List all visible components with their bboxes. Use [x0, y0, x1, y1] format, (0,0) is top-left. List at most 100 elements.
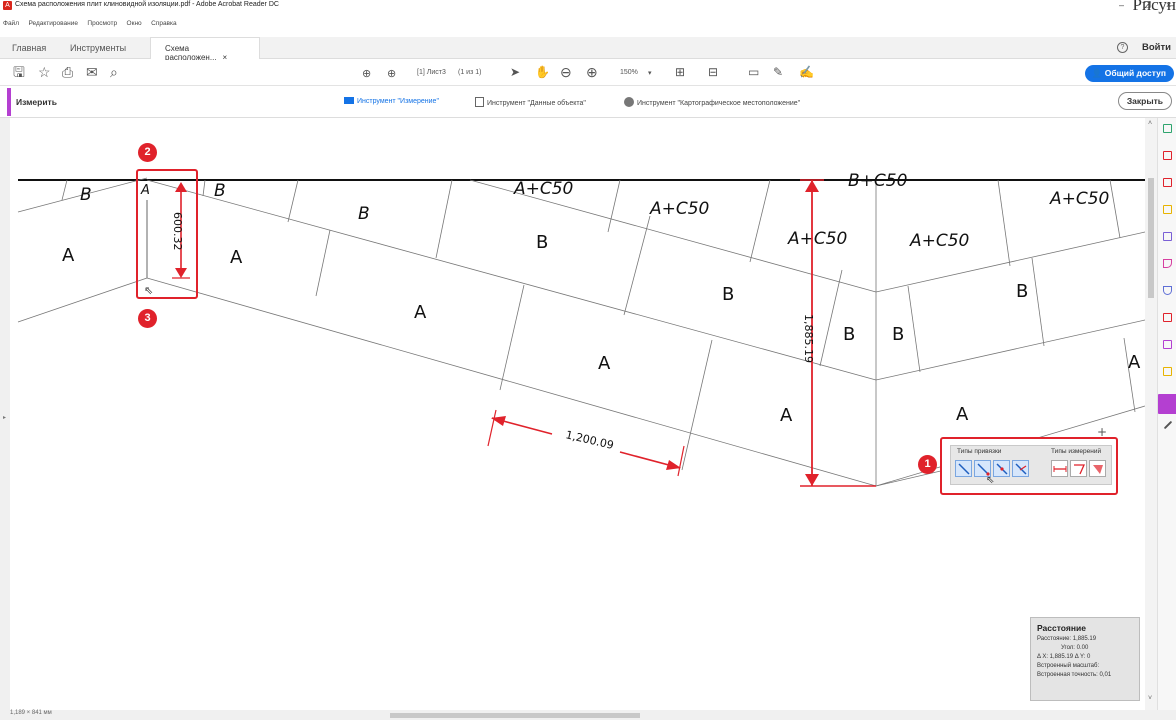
zoom-out-icon[interactable]: ⊖ [560, 65, 572, 79]
tab-tools[interactable]: Инструменты [70, 43, 126, 53]
info-scale: Встроенный масштаб: [1037, 663, 1100, 669]
organize-pages-icon[interactable] [1163, 178, 1172, 187]
sign-tool-icon[interactable] [1163, 259, 1172, 268]
chevron-down-icon[interactable]: ▾ [648, 69, 652, 77]
info-precision: Встроенная точность: 0,01 [1037, 672, 1112, 678]
fill-sign-icon[interactable] [1163, 232, 1172, 241]
globe-icon [624, 97, 634, 107]
grid-line [875, 469, 946, 487]
create-pdf-icon[interactable] [1163, 151, 1172, 160]
measure-tool-active-icon[interactable] [1158, 394, 1176, 414]
page-number-field[interactable]: [1] Лист3 [417, 69, 446, 76]
comment-tool-icon[interactable] [1163, 205, 1172, 214]
help-icon[interactable]: ? [1117, 42, 1128, 53]
send-for-review-icon[interactable] [1163, 340, 1172, 349]
comment-icon[interactable]: ▭ [748, 65, 759, 79]
grid-line [623, 215, 651, 316]
grid-line [146, 179, 877, 381]
tile-label: B [1016, 281, 1028, 302]
grid-line [1123, 337, 1136, 413]
page-up-icon[interactable]: ⊕ [362, 67, 371, 81]
grid-line [287, 179, 299, 223]
measurement-tool-label: Инструмент "Измерение" [357, 98, 439, 105]
page-count: (1 из 1) [458, 69, 482, 76]
grid-line [1109, 179, 1121, 239]
dim-label-1885: 1,885.19 [802, 314, 815, 363]
acrobat-window: A Схема расположения плит клиновидной из… [0, 0, 1176, 720]
tile-label: B [358, 204, 370, 224]
tile-label: B+C50 [848, 171, 907, 191]
vertical-scrollbar[interactable]: ˄ ˅ [1145, 118, 1157, 710]
compress-pdf-icon[interactable] [1163, 313, 1172, 322]
grid-line [907, 285, 921, 373]
menu-view[interactable]: Просмотр [87, 20, 117, 27]
tile-label: B [80, 185, 92, 205]
tile-label: A+C50 [1049, 189, 1109, 209]
tile-label: A [956, 404, 969, 425]
snap-to-path-button[interactable] [955, 460, 972, 477]
grid-line [146, 277, 877, 487]
perimeter-tool-button[interactable] [1070, 460, 1087, 477]
menu-window[interactable]: Окно [127, 20, 142, 27]
tile-label: B [722, 284, 734, 305]
bookmark-star-icon[interactable]: ☆ [38, 65, 51, 79]
tile-label: A [1128, 352, 1141, 373]
login-link[interactable]: Войти [1142, 42, 1171, 53]
grid-line [819, 269, 843, 367]
share-button[interactable]: 👤 Общий доступ [1084, 65, 1174, 82]
grid-line [315, 229, 331, 297]
minimize-button[interactable]: – [1119, 0, 1124, 10]
page-size-readout: 1,189 × 841 мм [10, 710, 52, 716]
expand-left-panel-icon[interactable]: ▸ [3, 414, 6, 421]
email-icon[interactable]: ✉ [86, 65, 98, 79]
stamp-icon[interactable] [1163, 367, 1172, 376]
horizontal-scroll-thumb[interactable] [390, 713, 640, 718]
print-icon[interactable]: ⎙ [62, 65, 73, 79]
measurement-tool-button[interactable]: Инструмент "Измерение" [344, 97, 439, 105]
window-title: Схема расположения плит клиновидной изол… [15, 1, 279, 8]
snap-to-intersection-button[interactable] [1012, 460, 1029, 477]
object-data-tool-button[interactable]: Инструмент "Данные объекта" [475, 97, 586, 107]
tab-document[interactable]: Схема расположен... × [150, 37, 260, 62]
more-tools-icon[interactable] [1163, 420, 1173, 430]
zoom-in-icon[interactable]: ⊕ [586, 65, 598, 79]
info-angle: Угол: 0.00 [1061, 645, 1089, 651]
measure-toolbar: Измерить Инструмент "Измерение" Инструме… [0, 86, 1176, 118]
protect-icon[interactable] [1163, 286, 1172, 295]
scroll-up-icon[interactable]: ˄ [1148, 120, 1152, 127]
fit-page-icon[interactable]: ⊞ [675, 65, 685, 79]
page-down-icon[interactable]: ⊕ [387, 67, 396, 81]
close-measure-button[interactable]: Закрыть [1117, 92, 1172, 110]
document-view[interactable]: B A B B A+C50 A+C50 B+C50 A+C50 A+C50 A+… [10, 118, 1146, 710]
grid-line [607, 179, 621, 233]
scroll-down-icon[interactable]: ˅ [1148, 695, 1152, 702]
menu-edit[interactable]: Редактирование [28, 20, 78, 27]
grid-line [681, 339, 713, 471]
cursor-pointer-icon: ⇖ [144, 284, 153, 297]
callout-badge-2: 2 [138, 143, 157, 162]
scroll-thumb[interactable] [1148, 178, 1154, 298]
info-title: Расстояние [1037, 623, 1086, 633]
scroll-mode-icon[interactable]: ⊟ [708, 65, 718, 79]
export-pdf-icon[interactable] [1163, 124, 1172, 133]
search-icon[interactable]: ⌕ [110, 65, 118, 79]
tab-home[interactable]: Главная [12, 43, 46, 53]
zoom-select[interactable]: 150% [620, 69, 638, 76]
left-panel-collapse[interactable]: ▸ [0, 118, 10, 710]
roof-plan-drawing: B A B B A+C50 A+C50 B+C50 A+C50 A+C50 A+… [17, 169, 1146, 487]
horizontal-scrollbar[interactable]: 1,189 × 841 мм [0, 710, 1176, 720]
distance-tool-button[interactable] [1051, 460, 1068, 477]
snap-to-midpoint-button[interactable] [993, 460, 1010, 477]
menu-file[interactable]: Файл [3, 20, 19, 27]
select-cursor-icon[interactable]: ➤ [510, 65, 520, 79]
hand-tool-icon[interactable]: ✋ [535, 65, 550, 79]
save-icon[interactable]: 🖫 [13, 65, 25, 79]
tile-label: A+C50 [649, 199, 709, 219]
highlight-pen-icon[interactable]: ✎ [773, 65, 783, 79]
sign-icon[interactable]: ✍ [799, 65, 814, 79]
area-tool-button[interactable] [1089, 460, 1106, 477]
ruler-icon [344, 97, 354, 104]
user-plus-icon: 👤 [1091, 68, 1103, 78]
menu-help[interactable]: Справка [151, 20, 177, 27]
geo-location-tool-button[interactable]: Инструмент "Картографическое местоположе… [624, 97, 800, 107]
